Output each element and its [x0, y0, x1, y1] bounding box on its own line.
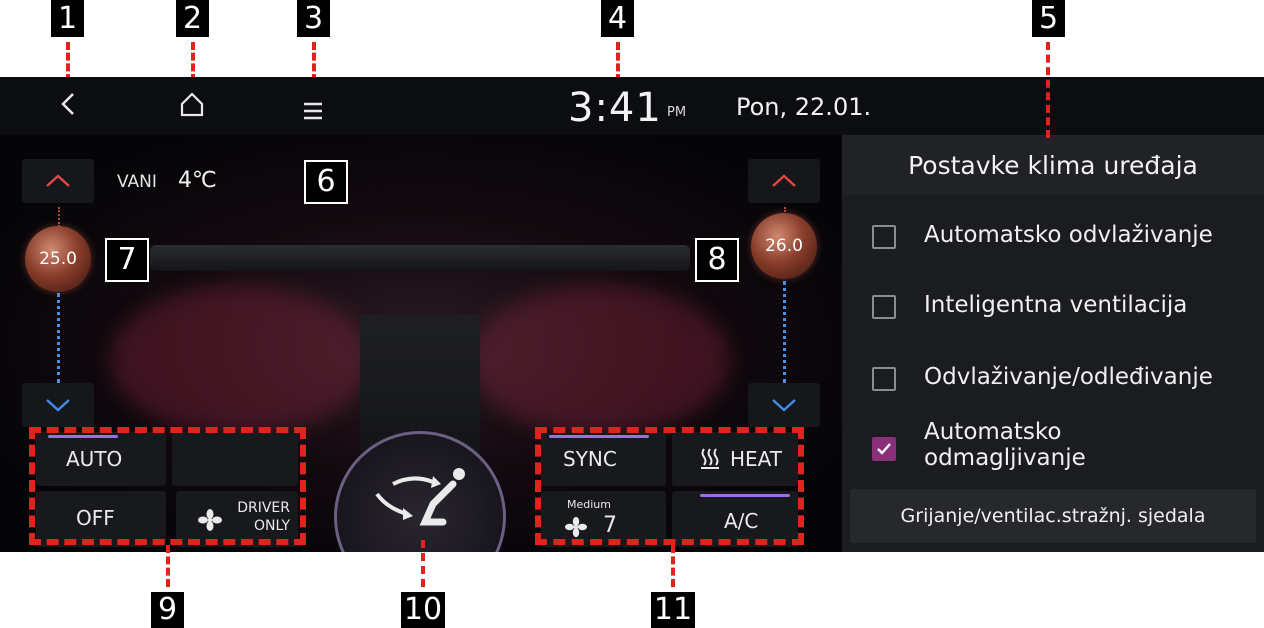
checkmark-icon [877, 443, 891, 455]
checkbox[interactable] [872, 225, 896, 249]
driver-temp-scale-warm [58, 207, 60, 227]
heat-button[interactable]: HEAT [672, 432, 798, 486]
callout-9: 9 [151, 592, 184, 628]
home-icon[interactable] [180, 91, 204, 124]
off-label: OFF [76, 506, 115, 530]
driver-temp-display[interactable]: 25.0 [25, 226, 91, 292]
callout-2: 2 [176, 0, 209, 37]
checkbox[interactable] [872, 295, 896, 319]
infotainment-screen: 3:41 PM Pon, 22.01. VANI 4℃ 25.0 26.0 AU… [0, 77, 1264, 552]
leader-line-10 [421, 540, 425, 587]
callout-7: 7 [105, 238, 149, 282]
option-label: Automatsko odvlaživanje [924, 222, 1213, 248]
top-status-bar: 3:41 PM Pon, 22.01. [0, 77, 1264, 135]
driver-only-button[interactable]: DRIVER ONLY [176, 491, 298, 547]
callout-8: 8 [695, 238, 739, 282]
option-label: Odvlaživanje/odleđivanje [924, 364, 1213, 390]
callout-11: 11 [651, 592, 695, 628]
driver-temp-scale-cool [57, 293, 60, 383]
option-auto-defog[interactable]: Automatsko odmagljivanje [842, 415, 1264, 481]
climate-settings-panel: Postavke klima uređaja Automatsko odvlaž… [842, 135, 1264, 552]
airflow-glow-right [470, 285, 730, 435]
heat-label: HEAT [730, 447, 783, 471]
menu-icon[interactable] [302, 95, 324, 128]
off-button[interactable]: OFF [36, 491, 166, 547]
climate-control-area: VANI 4℃ 25.0 26.0 AUTO OFF DRIVER ONLY S… [0, 135, 842, 552]
leader-line-9 [166, 545, 170, 587]
driver-only-label-line1: DRIVER [237, 500, 290, 516]
chevron-up-icon [772, 174, 796, 187]
driver-only-label-line2: ONLY [254, 518, 290, 534]
passenger-temp-up-button[interactable] [748, 159, 820, 203]
passenger-temp-display[interactable]: 26.0 [751, 213, 817, 279]
leader-line-1 [66, 42, 70, 82]
dashboard-shape [150, 245, 690, 271]
chevron-down-icon [46, 399, 70, 412]
ac-button[interactable]: A/C [672, 491, 798, 547]
fan-icon [565, 516, 587, 538]
checkbox[interactable] [872, 367, 896, 391]
passenger-temp-scale-cool [783, 281, 786, 383]
ac-active-indicator [700, 494, 790, 497]
fan-mode-label: Medium [567, 498, 611, 511]
option-label: Inteligentna ventilacija [924, 292, 1188, 318]
option-dehumidify-defrost[interactable]: Odvlaživanje/odleđivanje [842, 347, 1264, 409]
chevron-down-icon [772, 399, 796, 412]
leader-line-5 [1046, 42, 1050, 138]
auto-label: AUTO [66, 447, 123, 471]
blank-control-slot [172, 432, 298, 486]
heat-waves-icon [701, 448, 719, 469]
checkbox-checked[interactable] [872, 437, 896, 461]
callout-10: 10 [401, 592, 445, 628]
clock-date: Pon, 22.01. [736, 93, 872, 121]
panel-title: Postavke klima uređaja [842, 135, 1264, 195]
leader-line-2 [191, 42, 195, 82]
callout-5: 5 [1032, 0, 1065, 37]
driver-temp-up-button[interactable] [22, 159, 94, 203]
sync-active-indicator [549, 435, 649, 438]
clock-ampm: PM [667, 105, 687, 120]
callout-1: 1 [51, 0, 84, 37]
fan-speed-value: 7 [603, 513, 617, 538]
callout-4: 4 [601, 0, 634, 37]
airflow-glow-left [110, 285, 370, 435]
chevron-up-icon [46, 174, 70, 187]
driver-temp-down-button[interactable] [22, 383, 94, 427]
fan-speed-button[interactable]: Medium 7 [541, 491, 666, 547]
outside-temp-value: 4℃ [178, 168, 217, 193]
sync-label: SYNC [563, 447, 617, 471]
outside-temp-label: VANI [117, 172, 157, 192]
clock-time: 3:41 [568, 85, 662, 131]
leader-line-3 [312, 42, 316, 82]
option-smart-ventilation[interactable]: Inteligentna ventilacija [842, 275, 1264, 337]
fan-icon [198, 509, 222, 531]
option-label: Automatsko odmagljivanje [924, 419, 1086, 471]
callout-6: 6 [304, 160, 348, 204]
airflow-seat-icon [375, 468, 465, 526]
back-chevron-icon[interactable] [58, 91, 78, 124]
auto-button[interactable]: AUTO [36, 432, 166, 486]
auto-active-indicator [48, 435, 118, 438]
leader-line-4 [616, 42, 620, 82]
sync-button[interactable]: SYNC [541, 432, 666, 486]
option-auto-dehumidify[interactable]: Automatsko odvlaživanje [842, 205, 1264, 267]
ac-label: A/C [724, 509, 759, 533]
callout-3: 3 [297, 0, 330, 37]
rear-seat-heat-vent-button[interactable]: Grijanje/ventilac.stražnj. sjedala [850, 489, 1256, 543]
leader-line-11 [671, 545, 675, 587]
passenger-temp-down-button[interactable] [748, 383, 820, 427]
